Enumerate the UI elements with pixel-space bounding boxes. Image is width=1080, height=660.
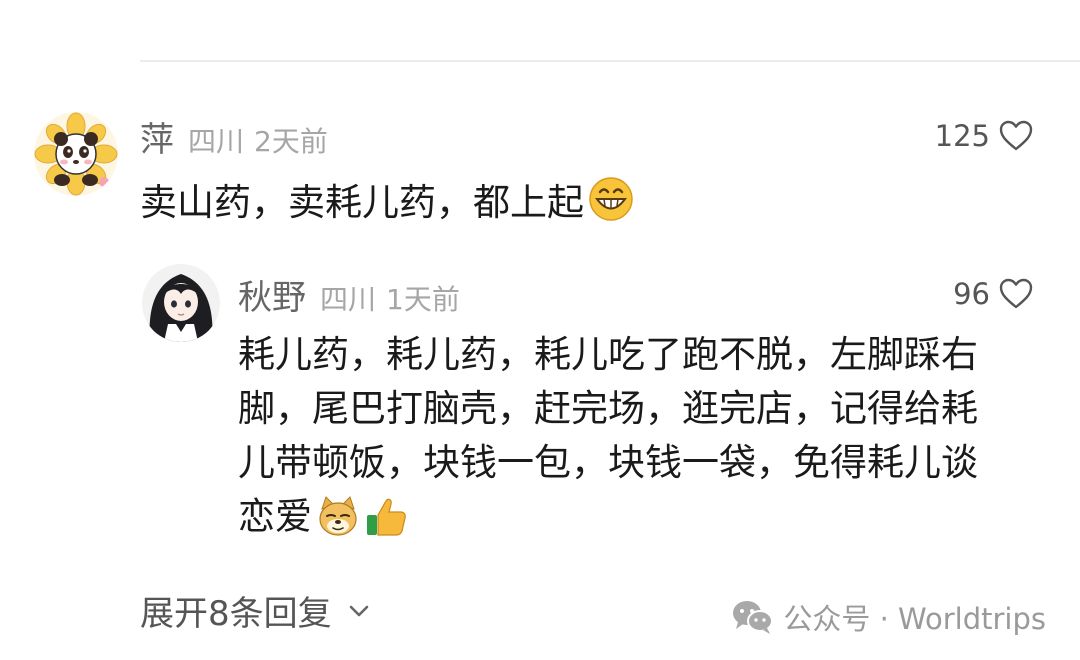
panda-sunflower-avatar-image: [34, 112, 118, 196]
comment-body: 卖山药，卖耗儿药，都上起: [140, 181, 584, 224]
reply-text-line-last: 恋爱: [238, 490, 978, 544]
reply-location: 四川: [320, 283, 377, 316]
reply-text-line: 脚，尾巴打脑壳，赶完场，逛完店，记得给耗: [238, 387, 978, 430]
reply-text: 耗儿药，耗儿药，耗儿吃了跑不脱，左脚踩右 脚，尾巴打脑壳，赶完场，逛完店，记得给…: [238, 328, 978, 544]
comment-username[interactable]: 萍: [140, 112, 174, 161]
doge-emoji-icon: [319, 496, 357, 536]
watermark: 公众号 · Worldtrips: [731, 596, 1046, 638]
top-divider: [140, 60, 1080, 62]
watermark-text: 公众号 · Worldtrips: [783, 602, 1046, 636]
reply-time: 1天前: [386, 283, 460, 316]
comment-time: 2天前: [254, 125, 328, 158]
comment-like-count: 125: [934, 119, 990, 153]
reply-like-count: 96: [953, 277, 990, 311]
comment-meta: 萍 四川 2天前: [140, 112, 328, 161]
reply-meta: 秋野 四川 1天前: [238, 270, 460, 319]
avatar[interactable]: [34, 112, 118, 196]
anime-girl-avatar-image: [142, 264, 220, 342]
wechat-icon: [733, 601, 774, 634]
comment-location: 四川: [188, 125, 245, 158]
reply-avatar[interactable]: [142, 264, 220, 342]
heart-outline-icon[interactable]: [998, 276, 1034, 312]
reply-username[interactable]: 秋野: [238, 270, 306, 319]
comment-like-button[interactable]: 125: [935, 118, 1034, 154]
comment-text: 卖山药，卖耗儿药，都上起: [140, 172, 634, 226]
thumbs-up-emoji-icon: [367, 498, 406, 536]
reply-text-tail: 恋爱: [238, 495, 312, 538]
expand-replies-label: 展开8条回复: [140, 594, 332, 634]
grinning-face-emoji-icon: [589, 177, 633, 221]
chevron-down-icon: [349, 605, 368, 616]
reply-like-button[interactable]: 96: [953, 276, 1034, 312]
heart-outline-icon[interactable]: [998, 118, 1034, 154]
reply-text-line: 儿带顿饭，块钱一包，块钱一袋，免得耗儿谈: [238, 441, 978, 484]
expand-replies-button[interactable]: 展开8条回复: [140, 586, 374, 635]
reply-text-line: 耗儿药，耗儿药，耗儿吃了跑不脱，左脚踩右: [238, 333, 978, 376]
